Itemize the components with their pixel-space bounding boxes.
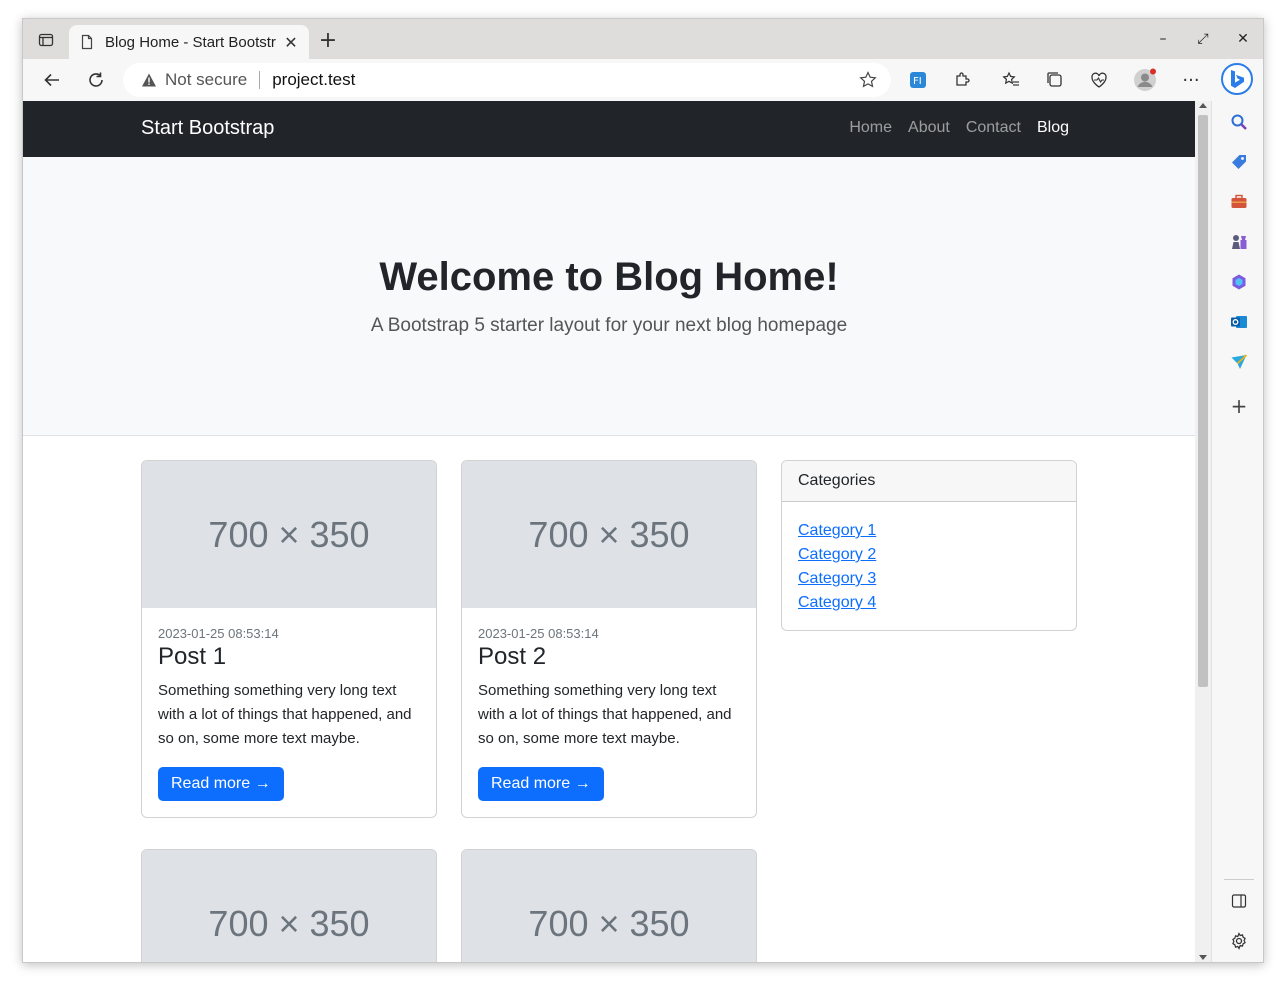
bing-copilot-icon[interactable] bbox=[1221, 63, 1253, 95]
favorites-icon[interactable] bbox=[1000, 69, 1022, 91]
nav-link-home[interactable]: Home bbox=[849, 119, 892, 137]
scroll-up-icon[interactable] bbox=[1199, 103, 1207, 108]
tab-actions-icon[interactable] bbox=[33, 29, 59, 51]
browser-tab[interactable]: Blog Home - Start Bootstr ✕ bbox=[69, 25, 309, 59]
tab-strip: Blog Home - Start Bootstr ✕ + – ⤢ ✕ bbox=[23, 19, 1263, 59]
list-item: Category 2 bbox=[798, 544, 1060, 568]
edge-sidebar: + bbox=[1211, 101, 1263, 962]
tools-briefcase-icon[interactable] bbox=[1228, 191, 1250, 213]
favorite-star-icon[interactable] bbox=[859, 71, 877, 89]
site-brand[interactable]: Start Bootstrap bbox=[141, 117, 274, 140]
window-controls: – ⤢ ✕ bbox=[1143, 27, 1263, 51]
category-link[interactable]: Category 1 bbox=[798, 522, 876, 539]
categories-list: Category 1 Category 2 Category 3 Categor… bbox=[782, 502, 1076, 630]
categories-header: Categories bbox=[782, 461, 1076, 502]
post-image-placeholder[interactable]: 700 × 350 bbox=[142, 850, 436, 962]
list-item: Category 3 bbox=[798, 568, 1060, 592]
post-card: 700 × 350 bbox=[461, 849, 757, 962]
post-card: 700 × 350 bbox=[141, 849, 437, 962]
post-title: Post 2 bbox=[478, 643, 547, 670]
shopping-tag-icon[interactable] bbox=[1228, 151, 1250, 173]
post-card: 700 × 350 2023-01-25 08:53:14 Post 1 Som… bbox=[141, 460, 437, 818]
close-tab-icon[interactable]: ✕ bbox=[283, 33, 299, 52]
new-tab-icon[interactable]: + bbox=[317, 30, 339, 53]
profile-avatar-icon[interactable] bbox=[1133, 68, 1157, 92]
category-link[interactable]: Category 2 bbox=[798, 546, 876, 563]
url-text[interactable]: project.test bbox=[272, 70, 355, 90]
tab-title: Blog Home - Start Bootstr bbox=[105, 33, 276, 51]
post-date: 2023-01-25 08:53:14 bbox=[158, 626, 279, 641]
settings-gear-icon[interactable] bbox=[1228, 930, 1250, 952]
read-more-button[interactable]: Read more → bbox=[478, 767, 604, 801]
list-item: Category 1 bbox=[798, 520, 1060, 544]
post-image-placeholder[interactable]: 700 × 350 bbox=[462, 850, 756, 962]
search-icon[interactable] bbox=[1228, 111, 1250, 133]
minimize-icon[interactable]: – bbox=[1143, 27, 1183, 51]
page-scrollbar[interactable] bbox=[1195, 101, 1211, 962]
nav-link-blog[interactable]: Blog bbox=[1037, 119, 1069, 137]
outlook-icon[interactable] bbox=[1228, 311, 1250, 333]
scroll-down-icon[interactable] bbox=[1199, 955, 1207, 960]
more-options-icon[interactable]: ··· bbox=[1180, 69, 1202, 91]
nav-link-about[interactable]: About bbox=[908, 119, 950, 137]
restore-icon[interactable]: ⤢ bbox=[1183, 27, 1223, 51]
extension-fi-icon[interactable]: FI bbox=[907, 69, 929, 91]
post-date: 2023-01-25 08:53:14 bbox=[478, 626, 599, 641]
extensions-puzzle-icon[interactable] bbox=[951, 69, 973, 91]
security-label[interactable]: Not secure bbox=[165, 70, 247, 90]
page-icon bbox=[81, 34, 93, 50]
post-excerpt: Something something very long text with … bbox=[478, 682, 732, 747]
hero-subtitle: A Bootstrap 5 starter layout for your ne… bbox=[370, 315, 848, 336]
warning-icon[interactable] bbox=[141, 72, 157, 88]
collections-icon[interactable] bbox=[1044, 69, 1066, 91]
read-more-button[interactable]: Read more → bbox=[158, 767, 284, 801]
list-item: Category 4 bbox=[798, 592, 1060, 616]
games-chess-icon[interactable] bbox=[1228, 231, 1250, 253]
close-window-icon[interactable]: ✕ bbox=[1223, 27, 1263, 51]
categories-widget: Categories Category 1 Category 2 Categor… bbox=[781, 460, 1077, 631]
post-card: 700 × 350 2023-01-25 08:53:14 Post 2 Som… bbox=[461, 460, 757, 818]
sidebar-divider bbox=[1224, 879, 1254, 880]
category-link[interactable]: Category 3 bbox=[798, 570, 876, 587]
back-icon[interactable] bbox=[39, 67, 65, 93]
site-nav: Home About Contact Blog bbox=[833, 119, 1069, 137]
svg-text:FI: FI bbox=[913, 76, 922, 87]
hide-sidebar-icon[interactable] bbox=[1228, 890, 1250, 912]
hero-header: Welcome to Blog Home! A Bootstrap 5 star… bbox=[23, 157, 1195, 436]
microsoft-365-icon[interactable] bbox=[1228, 271, 1250, 293]
address-separator bbox=[259, 71, 261, 89]
drop-send-icon[interactable] bbox=[1228, 351, 1250, 373]
hero-title: Welcome to Blog Home! bbox=[379, 255, 839, 299]
post-image-placeholder[interactable]: 700 × 350 bbox=[142, 461, 436, 608]
browser-window: Blog Home - Start Bootstr ✕ + – ⤢ ✕ Not … bbox=[22, 18, 1264, 963]
add-sidebar-app-icon[interactable]: + bbox=[1228, 394, 1250, 418]
scrollbar-thumb[interactable] bbox=[1198, 115, 1208, 687]
post-title: Post 1 bbox=[158, 643, 227, 670]
category-link[interactable]: Category 4 bbox=[798, 594, 876, 611]
browser-toolbar: Not secure project.test FI ··· bbox=[23, 59, 1263, 101]
page-viewport: Start Bootstrap Home About Contact Blog … bbox=[23, 101, 1195, 962]
post-excerpt: Something something very long text with … bbox=[158, 682, 412, 747]
site-navbar: Start Bootstrap Home About Contact Blog bbox=[23, 101, 1195, 157]
refresh-icon[interactable] bbox=[83, 67, 109, 93]
address-bar[interactable]: Not secure project.test bbox=[123, 63, 891, 97]
post-image-placeholder[interactable]: 700 × 350 bbox=[462, 461, 756, 608]
nav-link-contact[interactable]: Contact bbox=[966, 119, 1021, 137]
browser-essentials-icon[interactable] bbox=[1088, 69, 1110, 91]
